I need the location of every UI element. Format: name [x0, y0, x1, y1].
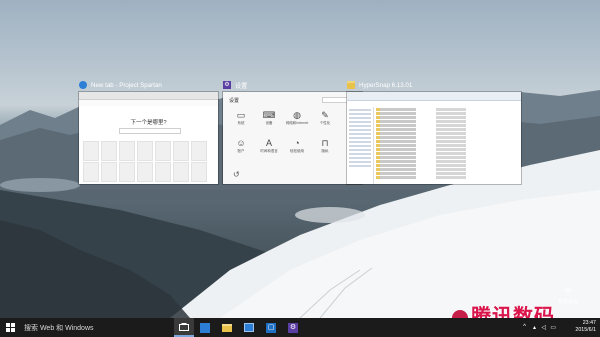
folder-icon: [222, 323, 232, 332]
speed-dial-tile: [173, 162, 189, 182]
settings-header: 设置: [229, 98, 240, 104]
speed-dial-tile: [119, 162, 135, 182]
watermark-logo: 腾讯数码: [452, 300, 555, 318]
window-card-spartan[interactable]: New tab - Project Spartan 下一个是哪里?: [79, 78, 218, 184]
volume-icon[interactable]: ◁: [541, 324, 546, 331]
lock-icon: ⊓: [321, 138, 329, 148]
plus-icon: +: [563, 282, 573, 299]
window-title: New tab - Project Spartan: [91, 81, 162, 89]
show-hidden-icons-icon[interactable]: ^: [523, 324, 526, 330]
browser-page: 下一个是哪里?: [79, 106, 218, 184]
taskbar-app-store[interactable]: [239, 318, 259, 337]
taskbar: 搜索 Web 和 Windows ▢ ⚙ ^ ▴ ◁ ▭ 23:47 2015/…: [0, 318, 600, 337]
window-title-bar: HyperSnap 6.13.01: [347, 78, 521, 92]
taskbar-search-box[interactable]: 搜索 Web 和 Windows: [20, 318, 170, 337]
window-title-bar: ⚙ 设置: [223, 78, 362, 92]
taskbar-app-spartan[interactable]: [195, 318, 215, 337]
settings-page: 设置 ▭ 系统 ⌨ 设备 ◍ 网络和Internet ✎ 个性化 ☺ 账户 A …: [223, 92, 362, 184]
taskbar-app-mail[interactable]: ▢: [261, 318, 281, 337]
windows-logo-icon: [5, 323, 15, 332]
browser-page-heading: 下一个是哪里?: [130, 120, 167, 126]
desktop: New tab - Project Spartan 下一个是哪里? ⚙ 设置 设…: [0, 0, 600, 318]
new-desktop-button[interactable]: + 新建桌面: [557, 282, 578, 305]
window-card-settings[interactable]: ⚙ 设置 设置 ▭ 系统 ⌨ 设备 ◍ 网络和Internet ✎ 个性化 ☺ …: [223, 78, 362, 184]
speed-dial-tile: [83, 141, 99, 161]
settings-item-personalization: ✎ 个性化: [313, 110, 337, 126]
network-icon[interactable]: ▴: [533, 324, 536, 331]
window-thumbnail[interactable]: [347, 92, 521, 184]
brush-icon: ✎: [321, 110, 329, 120]
language-icon: A: [265, 138, 272, 148]
watermark-circle-icon: [452, 309, 468, 318]
window-title: HyperSnap 6.13.01: [359, 81, 413, 89]
search-placeholder: 搜索 Web 和 Windows: [24, 324, 94, 332]
back-arrow-icon: ↺: [233, 170, 240, 179]
mail-icon: ▢: [266, 322, 276, 333]
spartan-icon: [79, 81, 87, 89]
speed-dial-tile: [155, 162, 171, 182]
speed-dial-tile: [119, 141, 135, 161]
spartan-icon: [200, 322, 210, 333]
speed-dial-tile: [101, 141, 117, 161]
speed-dial-tile: [155, 141, 171, 161]
ease-icon: ◔: [294, 138, 300, 148]
speed-dial-tile: [137, 141, 153, 161]
speed-dial-tile: [137, 162, 153, 182]
speed-dial-tile: [173, 141, 189, 161]
folder-icon: [347, 81, 355, 89]
window-card-hypersnap[interactable]: HyperSnap 6.13.01: [347, 78, 521, 184]
window-thumbnail[interactable]: 设置 ▭ 系统 ⌨ 设备 ◍ 网络和Internet ✎ 个性化 ☺ 账户 A …: [223, 92, 362, 184]
settings-item-system: ▭ 系统: [229, 110, 253, 126]
browser-tab-strip: [79, 92, 218, 100]
speed-dial-tile: [101, 162, 117, 182]
clock-time: 23:47: [582, 320, 596, 326]
new-desktop-label: 新建桌面: [557, 299, 578, 305]
devices-icon: ⌨: [262, 110, 276, 120]
settings-item-accounts: ☺ 账户: [229, 138, 253, 154]
explorer-nav-pane: [347, 107, 374, 184]
explorer-file-list: [374, 107, 521, 184]
speed-dial-tile: [191, 141, 207, 161]
laptop-icon: ▭: [236, 110, 246, 120]
clock[interactable]: 23:47 2015/6/1: [575, 320, 596, 334]
window-thumbnail[interactable]: 下一个是哪里?: [79, 92, 218, 184]
browser-search-box: [119, 128, 181, 134]
store-icon: [244, 323, 254, 332]
settings-item-time-language: A 时间和语言: [257, 138, 281, 154]
task-view-icon: [179, 322, 189, 331]
window-title-bar: New tab - Project Spartan: [79, 78, 218, 92]
start-button[interactable]: [0, 318, 20, 337]
speed-dial-tile: [191, 162, 207, 182]
settings-icon: ⚙: [223, 81, 231, 89]
taskbar-app-settings[interactable]: ⚙: [283, 318, 303, 337]
settings-icon: ⚙: [288, 322, 298, 333]
settings-item-ease-of-access: ◔ 轻松使用: [285, 138, 309, 154]
window-title: 设置: [235, 82, 248, 90]
settings-item-network: ◍ 网络和Internet: [285, 110, 309, 125]
settings-item-privacy: ⊓ 隐私: [313, 138, 337, 154]
watermark-text: 腾讯数码: [471, 306, 555, 318]
explorer-ribbon: [347, 92, 521, 101]
taskbar-app-file-explorer[interactable]: [217, 318, 237, 337]
clock-date: 2015/6/1: [575, 327, 596, 333]
action-center-icon[interactable]: ▭: [550, 324, 556, 331]
task-view-button[interactable]: [174, 318, 194, 337]
person-icon: ☺: [236, 138, 246, 148]
speed-dial-tile: [83, 162, 99, 182]
globe-icon: ◍: [293, 110, 301, 120]
settings-item-devices: ⌨ 设备: [257, 110, 281, 126]
